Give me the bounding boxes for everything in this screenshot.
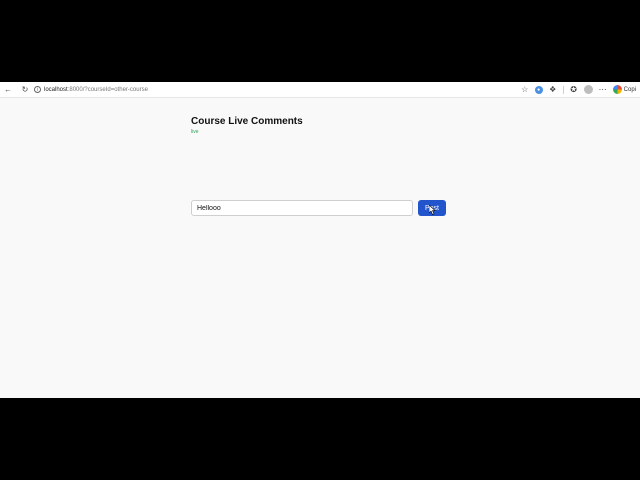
copilot-label[interactable]: Copi bbox=[624, 87, 636, 93]
url-text[interactable]: localhost:8000/?courseId=other-course bbox=[44, 87, 148, 93]
info-icon[interactable]: i bbox=[34, 86, 41, 93]
browser-window: ← ↻ i localhost:8000/?courseId=other-cou… bbox=[0, 82, 640, 398]
back-icon[interactable]: ← bbox=[2, 84, 14, 96]
page-title: Course Live Comments bbox=[191, 116, 303, 127]
status-indicator: live bbox=[191, 129, 199, 135]
address-bar[interactable]: i localhost:8000/?courseId=other-course bbox=[34, 84, 534, 96]
star-icon[interactable]: ☆ bbox=[519, 84, 531, 96]
profile-icon[interactable] bbox=[583, 85, 593, 94]
reload-icon[interactable]: ↻ bbox=[19, 84, 31, 96]
toolbar-actions: ☆ ● ❖ ✪ ⋯ Copi bbox=[519, 83, 636, 96]
letterbox-bottom bbox=[0, 398, 640, 480]
letterbox-top bbox=[0, 0, 640, 82]
toolbar-divider bbox=[562, 85, 564, 94]
puzzle-icon[interactable]: ❖ bbox=[547, 84, 559, 96]
favorites-icon[interactable]: ✪ bbox=[568, 84, 580, 96]
url-path: :8000/?courseId=other-course bbox=[67, 86, 148, 93]
url-host: localhost bbox=[44, 86, 68, 93]
mouse-cursor-icon bbox=[429, 205, 436, 215]
page-content: Course Live Comments live Post bbox=[0, 98, 640, 398]
extension-icon[interactable]: ● bbox=[534, 85, 543, 94]
comment-input[interactable] bbox=[191, 200, 413, 216]
copilot-icon[interactable] bbox=[612, 85, 622, 94]
browser-toolbar: ← ↻ i localhost:8000/?courseId=other-cou… bbox=[0, 82, 640, 98]
more-icon[interactable]: ⋯ bbox=[597, 84, 609, 96]
